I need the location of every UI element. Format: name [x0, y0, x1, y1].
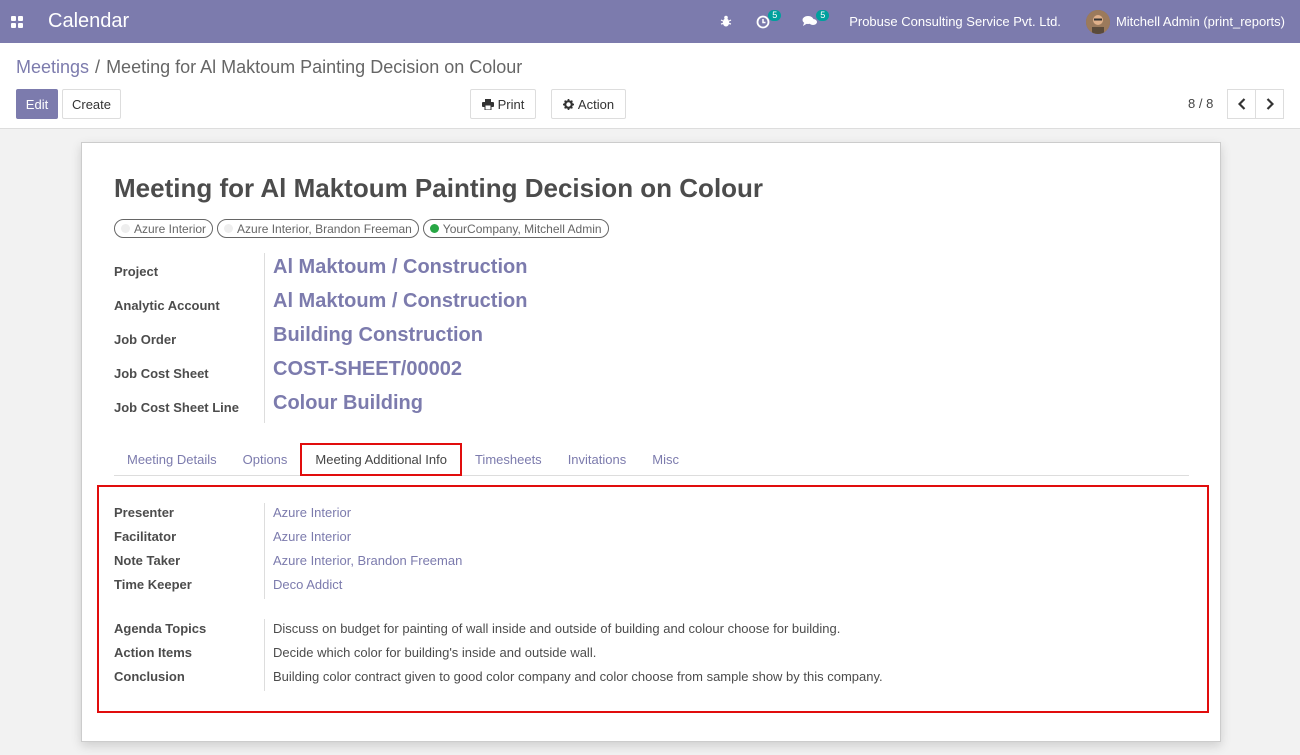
field-job-cost-sheet-line: Job Cost Sheet Line Colour Building	[114, 392, 423, 415]
create-button[interactable]: Create	[62, 89, 121, 119]
user-name: Mitchell Admin (print_reports)	[1115, 14, 1285, 29]
debug-bug-icon[interactable]	[711, 0, 741, 43]
notebook-tabs: Meeting Details Options Meeting Addition…	[114, 443, 1189, 476]
print-label: Print	[497, 96, 525, 112]
field-label: Conclusion	[114, 669, 185, 684]
note-taker-link[interactable]: Azure Interior, Brandon Freeman	[273, 553, 462, 568]
additional-info-panel: Presenter Azure Interior Facilitator Azu…	[97, 485, 1209, 713]
job-cost-sheet-line-link[interactable]: Colour Building	[273, 392, 423, 415]
tag-label: Azure Interior	[134, 221, 207, 236]
avatar	[1085, 9, 1110, 34]
status-dot-icon	[121, 224, 130, 233]
activity-count-badge: 5	[768, 10, 782, 21]
field-label: Presenter	[114, 505, 174, 520]
tab-meeting-additional-info[interactable]: Meeting Additional Info	[300, 443, 462, 476]
field-label: Analytic Account	[114, 298, 220, 313]
agenda-topics-value: Discuss on budget for painting of wall i…	[273, 621, 841, 636]
analytic-account-link[interactable]: Al Maktoum / Construction	[273, 290, 527, 313]
attendee-tags: Azure Interior Azure Interior, Brandon F…	[114, 219, 609, 238]
pager-previous-button[interactable]	[1227, 89, 1256, 119]
breadcrumb-meetings-link[interactable]: Meetings	[16, 57, 89, 78]
facilitator-link[interactable]: Azure Interior	[273, 529, 351, 544]
facilitator-row: Facilitator Azure Interior	[114, 529, 351, 544]
tab-options[interactable]: Options	[230, 443, 301, 476]
status-dot-icon	[224, 224, 234, 233]
pager-next-button[interactable]	[1255, 89, 1284, 119]
edit-button[interactable]: Edit	[16, 89, 58, 119]
print-button[interactable]: Print	[470, 89, 536, 119]
action-label: Action	[577, 96, 615, 112]
presenter-link[interactable]: Azure Interior	[273, 505, 351, 520]
printer-icon	[481, 98, 494, 110]
app-title[interactable]: Calendar	[48, 10, 129, 33]
messages-count-badge: 5	[816, 10, 830, 21]
field-label: Job Cost Sheet	[114, 366, 209, 381]
attendee-tag[interactable]: Azure Interior	[114, 219, 214, 238]
presenter-row: Presenter Azure Interior	[114, 505, 351, 520]
status-dot-icon	[429, 224, 439, 233]
field-project: Project Al Maktoum / Construction	[114, 256, 527, 279]
field-analytic-account: Analytic Account Al Maktoum / Constructi…	[114, 290, 527, 313]
tab-timesheets[interactable]: Timesheets	[462, 443, 555, 476]
attendee-tag[interactable]: YourCompany, Mitchell Admin	[422, 219, 609, 238]
form-sheet: Meeting for Al Maktoum Painting Decision…	[81, 142, 1221, 742]
note-taker-row: Note Taker Azure Interior, Brandon Freem…	[114, 553, 462, 568]
job-cost-sheet-link[interactable]: COST-SHEET/00002	[273, 358, 462, 381]
breadcrumb-separator: /	[95, 57, 101, 77]
breadcrumb: Meetings / Meeting for Al Maktoum Painti…	[16, 57, 522, 78]
time-keeper-link[interactable]: Deco Addict	[273, 577, 342, 592]
top-navbar: Calendar 5 5 Probuse Consulting Service …	[0, 0, 1300, 43]
field-label: Facilitator	[114, 529, 177, 544]
field-job-cost-sheet: Job Cost Sheet COST-SHEET/00002	[114, 358, 462, 381]
field-label: Action Items	[114, 645, 193, 660]
company-switcher[interactable]: Probuse Consulting Service Pvt. Ltd.	[849, 14, 1061, 29]
field-job-order: Job Order Building Construction	[114, 324, 483, 347]
agenda-topics-row: Agenda Topics Discuss on budget for pain…	[114, 621, 840, 636]
apps-menu-icon[interactable]	[0, 0, 33, 43]
gear-icon	[562, 98, 574, 110]
field-label: Time Keeper	[114, 577, 192, 592]
action-items-value: Decide which color for building's inside…	[273, 645, 597, 660]
pager-value[interactable]: 8 / 8	[1188, 96, 1213, 111]
tab-misc[interactable]: Misc	[639, 443, 692, 476]
time-keeper-row: Time Keeper Deco Addict	[114, 577, 342, 592]
tab-invitations[interactable]: Invitations	[555, 443, 640, 476]
field-label: Project	[114, 264, 159, 279]
job-order-link[interactable]: Building Construction	[273, 324, 483, 347]
action-button[interactable]: Action	[551, 89, 626, 119]
field-label: Job Order	[114, 332, 177, 347]
conclusion-value: Building color contract given to good co…	[273, 669, 883, 684]
messages-chat-icon[interactable]: 5	[793, 0, 830, 43]
chevron-left-icon	[1237, 98, 1245, 110]
chevron-right-icon	[1266, 98, 1274, 110]
user-menu[interactable]: Mitchell Admin (print_reports)	[1085, 9, 1285, 34]
breadcrumb-current: Meeting for Al Maktoum Painting Decision…	[106, 57, 523, 77]
project-link[interactable]: Al Maktoum / Construction	[273, 256, 527, 279]
field-label: Job Cost Sheet Line	[114, 400, 239, 415]
tag-label: YourCompany, Mitchell Admin	[442, 221, 602, 236]
action-items-row: Action Items Decide which color for buil…	[114, 645, 596, 660]
field-label: Agenda Topics	[114, 621, 207, 636]
tab-meeting-details[interactable]: Meeting Details	[114, 443, 230, 476]
control-panel: Meetings / Meeting for Al Maktoum Painti…	[0, 43, 1300, 129]
tag-label: Azure Interior, Brandon Freeman	[237, 221, 412, 236]
meeting-title: Meeting for Al Maktoum Painting Decision…	[114, 173, 764, 203]
conclusion-row: Conclusion Building color contract given…	[114, 669, 883, 684]
attendee-tag[interactable]: Azure Interior, Brandon Freeman	[217, 219, 419, 238]
field-label: Note Taker	[114, 553, 181, 568]
activity-clock-icon[interactable]: 5	[747, 0, 782, 43]
